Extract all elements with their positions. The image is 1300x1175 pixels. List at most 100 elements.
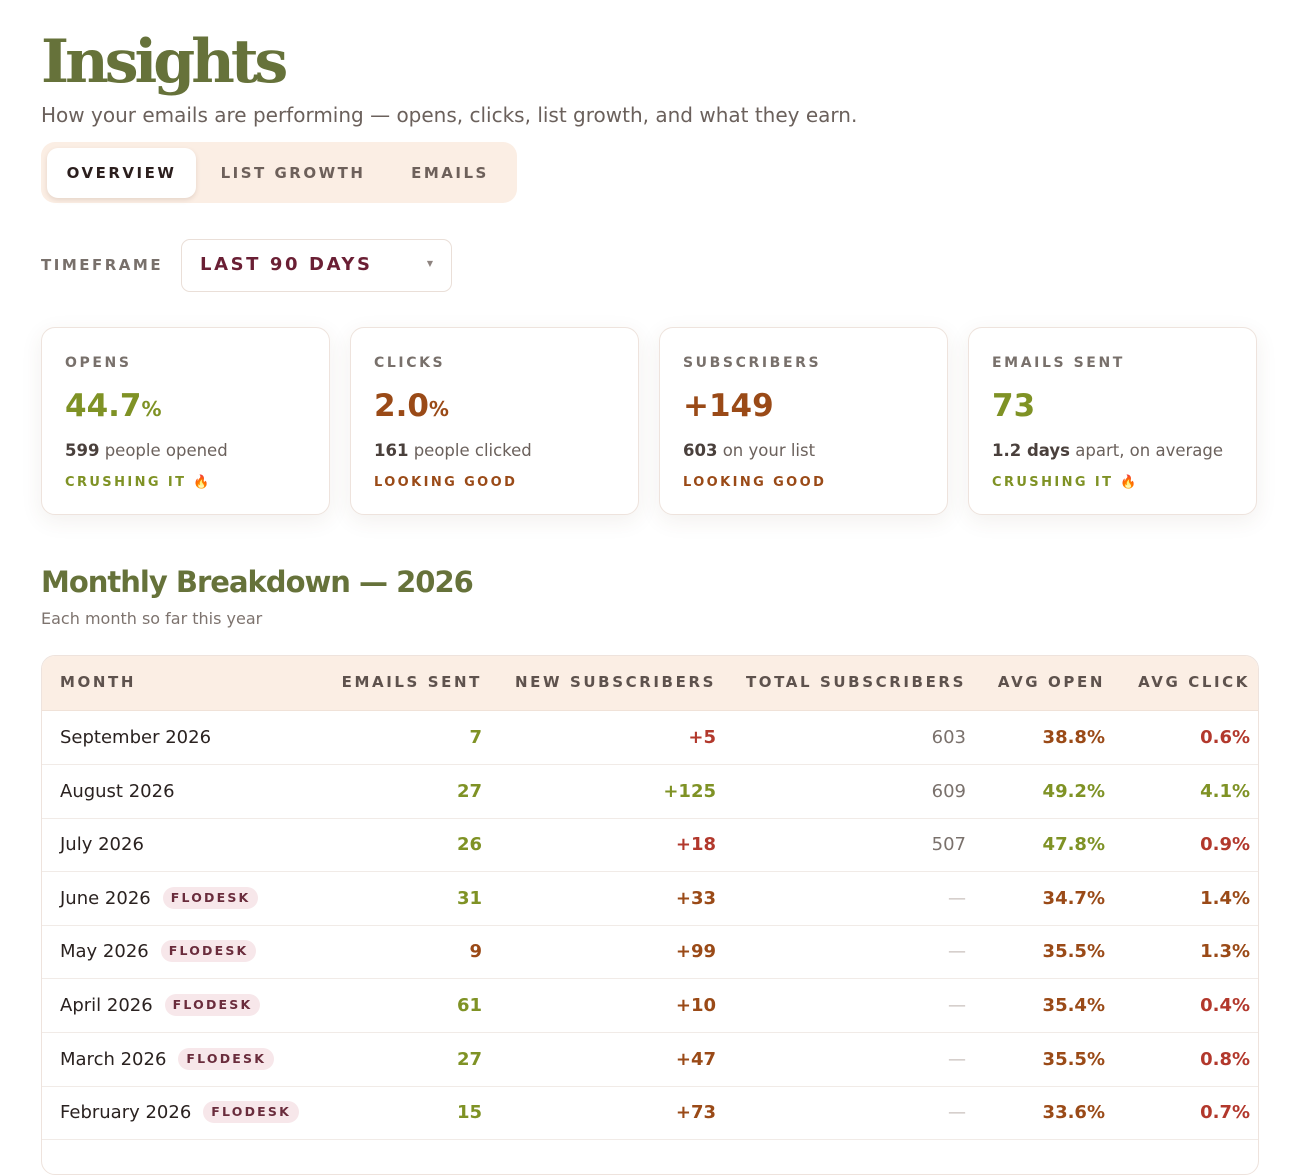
- total-subscribers-cell: 507: [931, 834, 966, 856]
- total-subscribers-cell: —: [948, 887, 966, 909]
- stat-value: 44.7%: [65, 388, 162, 424]
- stat-card-opens: OPENS 44.7% 599 people opened CRUSHING I…: [41, 327, 330, 515]
- stat-detail: 161 people clicked: [374, 441, 532, 460]
- page-title: Insights: [41, 27, 288, 97]
- avg-open-cell: 35.5%: [1042, 941, 1105, 963]
- stat-card-clicks: CLICKS 2.0% 161 people clicked LOOKING G…: [350, 327, 639, 515]
- month-cell: September 2026: [60, 726, 211, 750]
- avg-click-cell: 1.4%: [1200, 887, 1250, 909]
- stat-status: CRUSHING IT 🔥: [65, 475, 212, 490]
- new-subscribers-cell: +73: [675, 1102, 716, 1124]
- avg-open-cell: 35.4%: [1042, 995, 1105, 1016]
- section-subtitle: Each month so far this year: [41, 609, 263, 628]
- avg-click-cell: 0.4%: [1200, 995, 1250, 1016]
- table-row: September 2026 7 +5 603 38.8% 0.6%: [42, 711, 1258, 765]
- page-subtitle: How your emails are performing — opens, …: [41, 103, 858, 127]
- total-subscribers-cell: 609: [931, 780, 966, 802]
- avg-click-cell: 0.9%: [1200, 834, 1250, 856]
- total-subscribers-cell: 603: [931, 727, 966, 748]
- timeframe-select[interactable]: LAST 90 DAYS ▼: [181, 239, 452, 292]
- column-header-avg-click: AVG CLICK: [1138, 673, 1250, 691]
- avg-open-cell: 38.8%: [1042, 727, 1105, 748]
- stat-status: CRUSHING IT 🔥: [992, 475, 1139, 490]
- avg-open-cell: 33.6%: [1042, 1102, 1105, 1124]
- source-badge: FLODESK: [162, 886, 259, 909]
- tab-bar: OVERVIEW LIST GROWTH EMAILS: [41, 142, 517, 203]
- stat-detail: 603 on your list: [683, 441, 816, 460]
- month-name: February 2026: [60, 1102, 192, 1124]
- month-name: May 2026: [60, 941, 149, 963]
- column-header-month: MONTH: [60, 673, 137, 691]
- monthly-breakdown-table: MONTH EMAILS SENT NEW SUBSCRIBERS TOTAL …: [41, 655, 1259, 1175]
- stat-label: SUBSCRIBERS: [683, 355, 822, 371]
- month-name: March 2026: [60, 1048, 167, 1070]
- avg-click-cell: 0.7%: [1200, 1102, 1250, 1124]
- timeframe-value: LAST 90 DAYS: [200, 254, 373, 275]
- stat-detail: 1.2 days apart, on average: [992, 441, 1224, 460]
- total-subscribers-cell: —: [948, 995, 966, 1016]
- column-header-new-subscribers: NEW SUBSCRIBERS: [515, 673, 716, 691]
- emails-sent-cell: 7: [469, 727, 482, 748]
- stat-value: 73: [992, 388, 1036, 424]
- stat-label: CLICKS: [374, 355, 446, 371]
- stat-label: EMAILS SENT: [992, 355, 1125, 371]
- new-subscribers-cell: +33: [675, 887, 716, 909]
- emails-sent-cell: 15: [456, 1102, 482, 1124]
- month-name: July 2026: [60, 834, 144, 856]
- table-row: July 2026 26 +18 507 47.8% 0.9%: [42, 818, 1258, 873]
- table-header: MONTH EMAILS SENT NEW SUBSCRIBERS TOTAL …: [42, 656, 1258, 711]
- table-row: August 2026 27 +125 609 49.2% 4.1%: [42, 765, 1258, 819]
- new-subscribers-cell: +18: [675, 834, 716, 856]
- column-header-emails-sent: EMAILS SENT: [341, 673, 482, 691]
- month-cell: February 2026 FLODESK: [60, 1101, 299, 1125]
- section-title: Monthly Breakdown — 2026: [41, 565, 474, 599]
- emails-sent-cell: 61: [456, 995, 482, 1016]
- total-subscribers-cell: —: [948, 1102, 966, 1124]
- avg-click-cell: 0.8%: [1200, 1048, 1250, 1070]
- column-header-avg-open: AVG OPEN: [997, 673, 1105, 691]
- month-cell: March 2026 FLODESK: [60, 1047, 275, 1072]
- total-subscribers-cell: —: [948, 941, 966, 963]
- total-subscribers-cell: —: [948, 1048, 966, 1070]
- month-cell: June 2026 FLODESK: [60, 886, 259, 911]
- month-cell: July 2026: [60, 833, 144, 857]
- avg-open-cell: 35.5%: [1042, 1048, 1105, 1070]
- table-row: May 2026 FLODESK 9 +99 — 35.5% 1.3%: [42, 925, 1258, 980]
- source-badge: FLODESK: [178, 1047, 275, 1070]
- stat-value: +149: [683, 388, 774, 424]
- stat-detail: 599 people opened: [65, 441, 228, 460]
- stat-status: LOOKING GOOD: [374, 475, 518, 490]
- avg-open-cell: 34.7%: [1042, 887, 1105, 909]
- new-subscribers-cell: +125: [663, 780, 716, 802]
- new-subscribers-cell: +47: [675, 1048, 716, 1070]
- new-subscribers-cell: +5: [688, 727, 716, 748]
- stat-card-subscribers: SUBSCRIBERS +149 603 on your list LOOKIN…: [659, 327, 948, 515]
- new-subscribers-cell: +99: [675, 941, 716, 963]
- month-name: June 2026: [60, 887, 151, 909]
- month-cell: August 2026: [60, 780, 175, 804]
- table-row: February 2026 FLODESK 15 +73 — 33.6% 0.7%: [42, 1086, 1258, 1141]
- source-badge: FLODESK: [160, 940, 257, 963]
- month-name: April 2026: [60, 995, 153, 1016]
- emails-sent-cell: 26: [456, 834, 482, 856]
- stat-value: 2.0%: [374, 388, 449, 424]
- new-subscribers-cell: +10: [675, 995, 716, 1016]
- stat-label: OPENS: [65, 355, 132, 371]
- emails-sent-cell: 27: [456, 780, 482, 802]
- tab-overview[interactable]: OVERVIEW: [47, 148, 196, 198]
- avg-open-cell: 47.8%: [1042, 834, 1105, 856]
- avg-click-cell: 0.6%: [1200, 727, 1250, 748]
- source-badge: FLODESK: [164, 994, 261, 1016]
- month-cell: April 2026 FLODESK: [60, 994, 261, 1018]
- timeframe-label: TIMEFRAME: [41, 256, 164, 274]
- tab-list-growth[interactable]: LIST GROWTH: [208, 148, 378, 198]
- stat-status: LOOKING GOOD: [683, 475, 827, 490]
- avg-click-cell: 4.1%: [1200, 780, 1250, 802]
- avg-click-cell: 1.3%: [1200, 941, 1250, 963]
- month-cell: May 2026 FLODESK: [60, 940, 257, 964]
- tab-emails[interactable]: EMAILS: [390, 148, 510, 198]
- source-badge: FLODESK: [203, 1101, 299, 1124]
- table-row: April 2026 FLODESK 61 +10 — 35.4% 0.4%: [42, 979, 1258, 1033]
- column-header-total-subscribers: TOTAL SUBSCRIBERS: [745, 673, 966, 691]
- emails-sent-cell: 9: [469, 941, 482, 963]
